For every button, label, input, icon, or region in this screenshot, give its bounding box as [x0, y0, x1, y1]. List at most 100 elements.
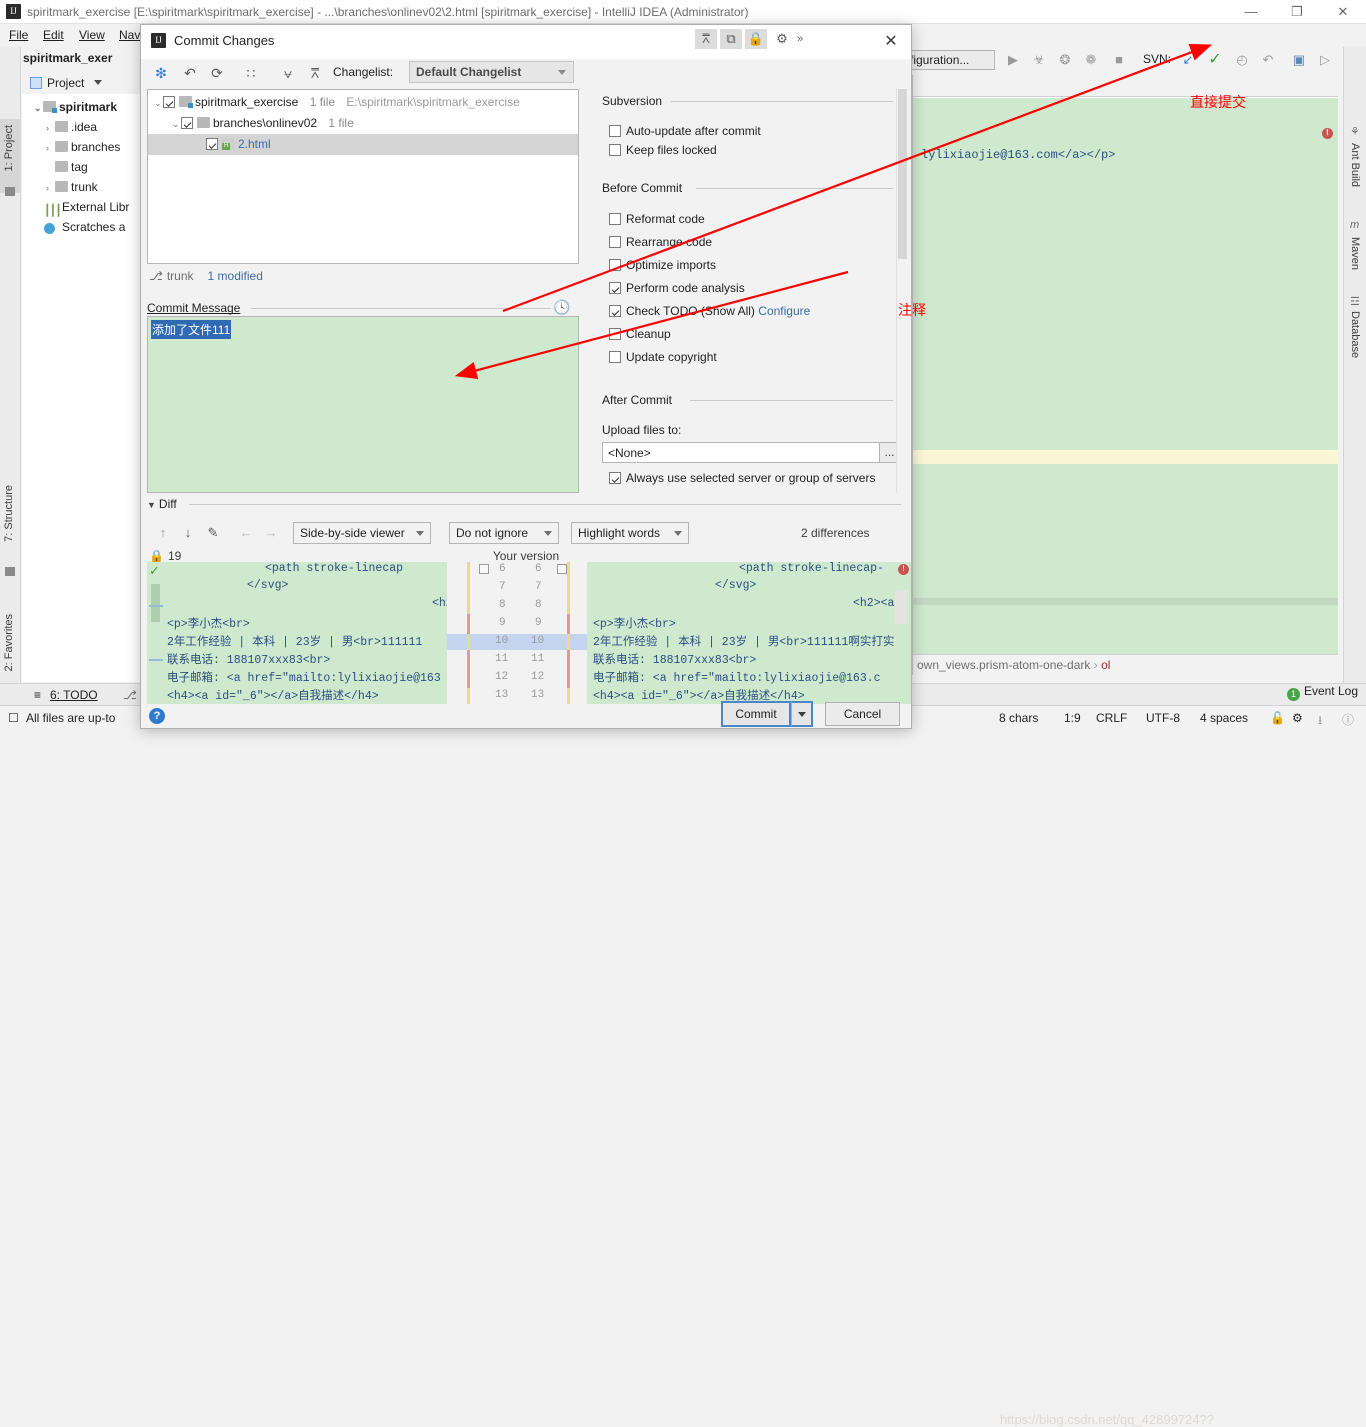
- option-optimize-imports[interactable]: Optimize imports: [609, 257, 716, 272]
- tree-item-idea[interactable]: › .idea: [46, 118, 97, 137]
- menu-view[interactable]: View: [72, 28, 112, 42]
- stop-icon[interactable]: ■: [1109, 50, 1129, 70]
- checkbox[interactable]: [609, 472, 621, 484]
- svn-rollback-icon[interactable]: ↶: [1258, 50, 1278, 70]
- svn-commit-icon[interactable]: ✓: [1205, 50, 1225, 70]
- checkbox[interactable]: [609, 236, 621, 248]
- next-difference-icon[interactable]: ↓: [178, 523, 198, 543]
- menu-file[interactable]: File: [2, 28, 35, 42]
- option-update-copyright[interactable]: Update copyright: [609, 349, 717, 364]
- diff-highlight-policy-combobox[interactable]: Highlight words: [571, 522, 689, 544]
- checkbox[interactable]: [609, 305, 621, 317]
- help-button[interactable]: ?: [149, 708, 165, 724]
- project-structure-icon[interactable]: ▣: [1289, 50, 1309, 70]
- commit-message-input[interactable]: 添加了文件111: [147, 316, 579, 493]
- option-auto-update-after-commit[interactable]: Auto-update after commit: [609, 123, 761, 138]
- previous-difference-icon[interactable]: ↑: [153, 523, 173, 543]
- tree-item-external-libraries[interactable]: ┃┃┃ External Libr: [44, 198, 129, 217]
- inspections-icon[interactable]: ⚙: [1292, 711, 1303, 725]
- lock-icon[interactable]: 🔓: [1270, 711, 1285, 725]
- tree-row-file[interactable]: 2.html: [148, 134, 578, 155]
- commit-message-history-icon[interactable]: 🕓: [553, 299, 570, 316]
- minimize-button[interactable]: —: [1228, 0, 1274, 24]
- edit-source-icon[interactable]: ✎: [203, 523, 223, 543]
- debug-icon[interactable]: ☣: [1029, 50, 1049, 70]
- chevron-down-icon[interactable]: ▼: [147, 500, 156, 510]
- error-badge-icon[interactable]: !: [1322, 128, 1333, 139]
- options-scrollbar[interactable]: [896, 89, 907, 493]
- sidebar-item-favorites-label[interactable]: 2: Favorites: [3, 614, 15, 671]
- bottom-item-todo[interactable]: 6: TODO: [50, 688, 98, 702]
- breadcrumb-project[interactable]: spiritmark_exer: [6, 51, 112, 65]
- commit-options-dropdown[interactable]: [791, 701, 813, 727]
- changed-files-tree[interactable]: ⌄ spiritmark_exercise 1 file E:\spiritmar…: [147, 89, 579, 264]
- accept-right-icon[interactable]: →: [261, 523, 281, 543]
- profile-icon[interactable]: ❁: [1081, 50, 1101, 70]
- chevron-down-icon[interactable]: [674, 531, 682, 536]
- revert-icon[interactable]: ↶: [179, 63, 201, 83]
- option-reformat-code[interactable]: Reformat code: [609, 211, 705, 226]
- editor-breadcrumb[interactable]: own_views.prism-atom-one-dark › ol: [913, 654, 1338, 675]
- commit-button[interactable]: Commit: [721, 701, 791, 727]
- chevron-down-icon[interactable]: ⌄: [154, 93, 163, 114]
- chevron-down-icon[interactable]: ⌄: [34, 99, 43, 118]
- refresh-icon[interactable]: ⟳: [206, 63, 228, 83]
- diff-pane-right[interactable]: <path stroke-linecap- </svg> <h2><a <p>李…: [587, 562, 911, 704]
- checkbox[interactable]: [609, 351, 621, 363]
- diff-section-header[interactable]: ▼ Diff: [147, 497, 177, 511]
- chevron-down-icon[interactable]: [558, 70, 566, 75]
- dialog-close-button[interactable]: ✕: [879, 31, 903, 53]
- option-rearrange-code[interactable]: Rearrange code: [609, 234, 712, 249]
- sidebar-item-database[interactable]: Database: [1349, 311, 1361, 358]
- group-by-icon[interactable]: ∷: [240, 63, 262, 83]
- status-caret-position[interactable]: 1:9: [1064, 711, 1081, 725]
- collapse-all-icon[interactable]: ⩞: [304, 63, 326, 83]
- info-icon[interactable]: ⓘ: [1342, 711, 1354, 728]
- option-keep-files-locked[interactable]: Keep files locked: [609, 142, 717, 157]
- tree-item-trunk[interactable]: › trunk: [46, 178, 98, 197]
- checkbox[interactable]: [609, 213, 621, 225]
- diff-ignore-policy-combobox[interactable]: Do not ignore: [449, 522, 559, 544]
- option-check-todo[interactable]: Check TODO (Show All) Configure: [609, 303, 810, 318]
- chevron-down-icon[interactable]: [94, 80, 102, 85]
- status-indent[interactable]: 4 spaces: [1200, 711, 1248, 725]
- chevron-right-icon[interactable]: ›: [46, 119, 55, 138]
- tree-item-spiritmark[interactable]: ⌄ spiritmark: [34, 98, 117, 117]
- configure-link[interactable]: Configure: [758, 304, 810, 318]
- run-configuration-selector[interactable]: figuration...: [905, 50, 995, 70]
- expand-all-icon[interactable]: ⩝: [277, 63, 299, 83]
- file-checkbox[interactable]: [181, 117, 193, 129]
- checkbox[interactable]: [609, 328, 621, 340]
- status-encoding[interactable]: UTF-8: [1146, 711, 1180, 725]
- diff-viewer[interactable]: ✓ <path stroke-linecap </svg> <h2 <p>李小杰…: [147, 562, 911, 704]
- error-badge-icon[interactable]: !: [898, 564, 909, 575]
- diff-scrollbar-thumb[interactable]: [895, 590, 907, 624]
- menu-edit[interactable]: Edit: [36, 28, 71, 42]
- run-icon[interactable]: ▶: [1003, 50, 1023, 70]
- option-perform-code-analysis[interactable]: Perform code analysis: [609, 280, 745, 295]
- chevron-down-icon[interactable]: ⌄: [172, 114, 181, 135]
- maximize-button[interactable]: ❐: [1274, 0, 1320, 24]
- collapse-unchanged-icon[interactable]: ⩞: [695, 29, 717, 49]
- read-only-icon[interactable]: 🔒: [745, 29, 767, 49]
- branch-widget-icon[interactable]: ⎇: [123, 688, 137, 702]
- checkbox[interactable]: [609, 282, 621, 294]
- sidebar-item-ant-build[interactable]: Ant Build: [1349, 143, 1361, 187]
- fold-checkbox[interactable]: [479, 564, 489, 574]
- option-cleanup[interactable]: Cleanup: [609, 326, 671, 341]
- synchronize-scrolling-icon[interactable]: ⧉: [720, 29, 742, 49]
- fold-checkbox[interactable]: [557, 564, 567, 574]
- sidebar-item-structure-label[interactable]: 7: Structure: [3, 485, 15, 542]
- modified-count[interactable]: 1 modified: [208, 269, 263, 283]
- file-checkbox[interactable]: [206, 138, 218, 150]
- editor-area[interactable]: lylixiaojie@163.com</a></p> ! own_views.…: [912, 75, 1338, 675]
- editor-code-area[interactable]: lylixiaojie@163.com</a></p> !: [913, 98, 1338, 654]
- changelist-combobox[interactable]: Default Changelist: [409, 61, 574, 83]
- upload-target-combobox[interactable]: <None>: [602, 442, 897, 463]
- sidebar-item-maven[interactable]: Maven: [1349, 237, 1361, 270]
- chevron-right-icon[interactable]: ›: [46, 139, 55, 158]
- checkbox[interactable]: [609, 125, 621, 137]
- cancel-button[interactable]: Cancel: [825, 702, 900, 726]
- tree-row-module[interactable]: ⌄ spiritmark_exercise 1 file E:\spiritmar…: [148, 92, 520, 113]
- terminal-icon[interactable]: ▷: [1315, 50, 1335, 70]
